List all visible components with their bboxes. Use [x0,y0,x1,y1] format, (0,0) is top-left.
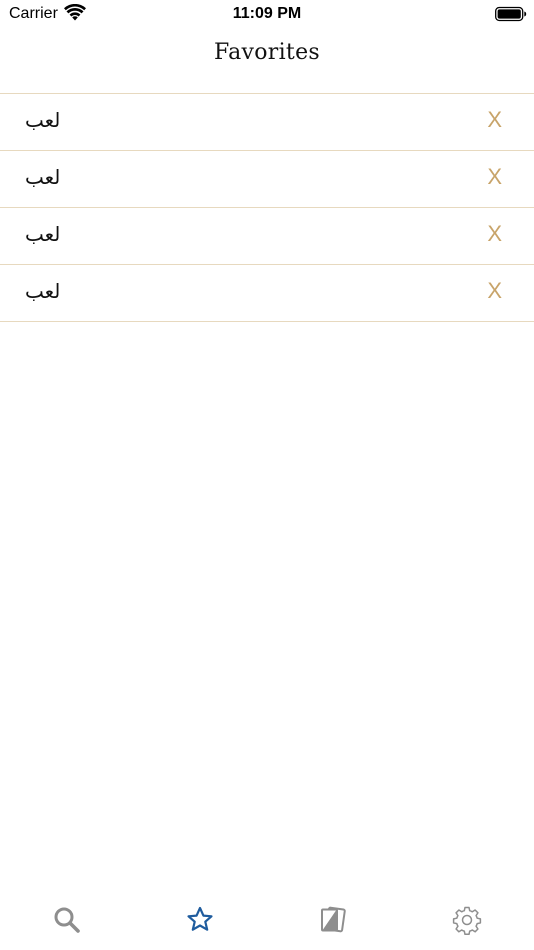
list-item[interactable]: لعب X [0,151,534,208]
list-item[interactable]: لعب X [0,265,534,322]
page-title: Favorites [214,40,320,65]
favorites-list: لعب X لعب X لعب X لعب X [0,93,534,322]
search-icon [54,907,80,933]
star-icon [187,906,213,931]
favorite-word: لعب [25,279,61,303]
favorite-word: لعب [25,165,61,189]
remove-favorite-button[interactable]: X [487,107,502,133]
tab-cards[interactable] [315,902,351,938]
favorite-word: لعب [25,222,61,246]
favorite-word: لعب [25,108,61,132]
remove-favorite-button[interactable]: X [487,278,502,304]
cards-icon [321,906,346,933]
list-item[interactable]: لعب X [0,94,534,151]
status-bar: Carrier 11:09 PM [0,0,534,28]
tab-bar [0,890,534,950]
remove-favorite-button[interactable]: X [487,221,502,247]
remove-favorite-button[interactable]: X [487,164,502,190]
gear-icon [452,906,482,935]
battery-icon [495,6,527,22]
tab-search[interactable] [49,902,85,938]
list-item[interactable]: لعب X [0,208,534,265]
status-time: 11:09 PM [232,5,302,22]
tab-settings[interactable] [449,902,485,938]
tab-favorites[interactable] [182,902,218,938]
